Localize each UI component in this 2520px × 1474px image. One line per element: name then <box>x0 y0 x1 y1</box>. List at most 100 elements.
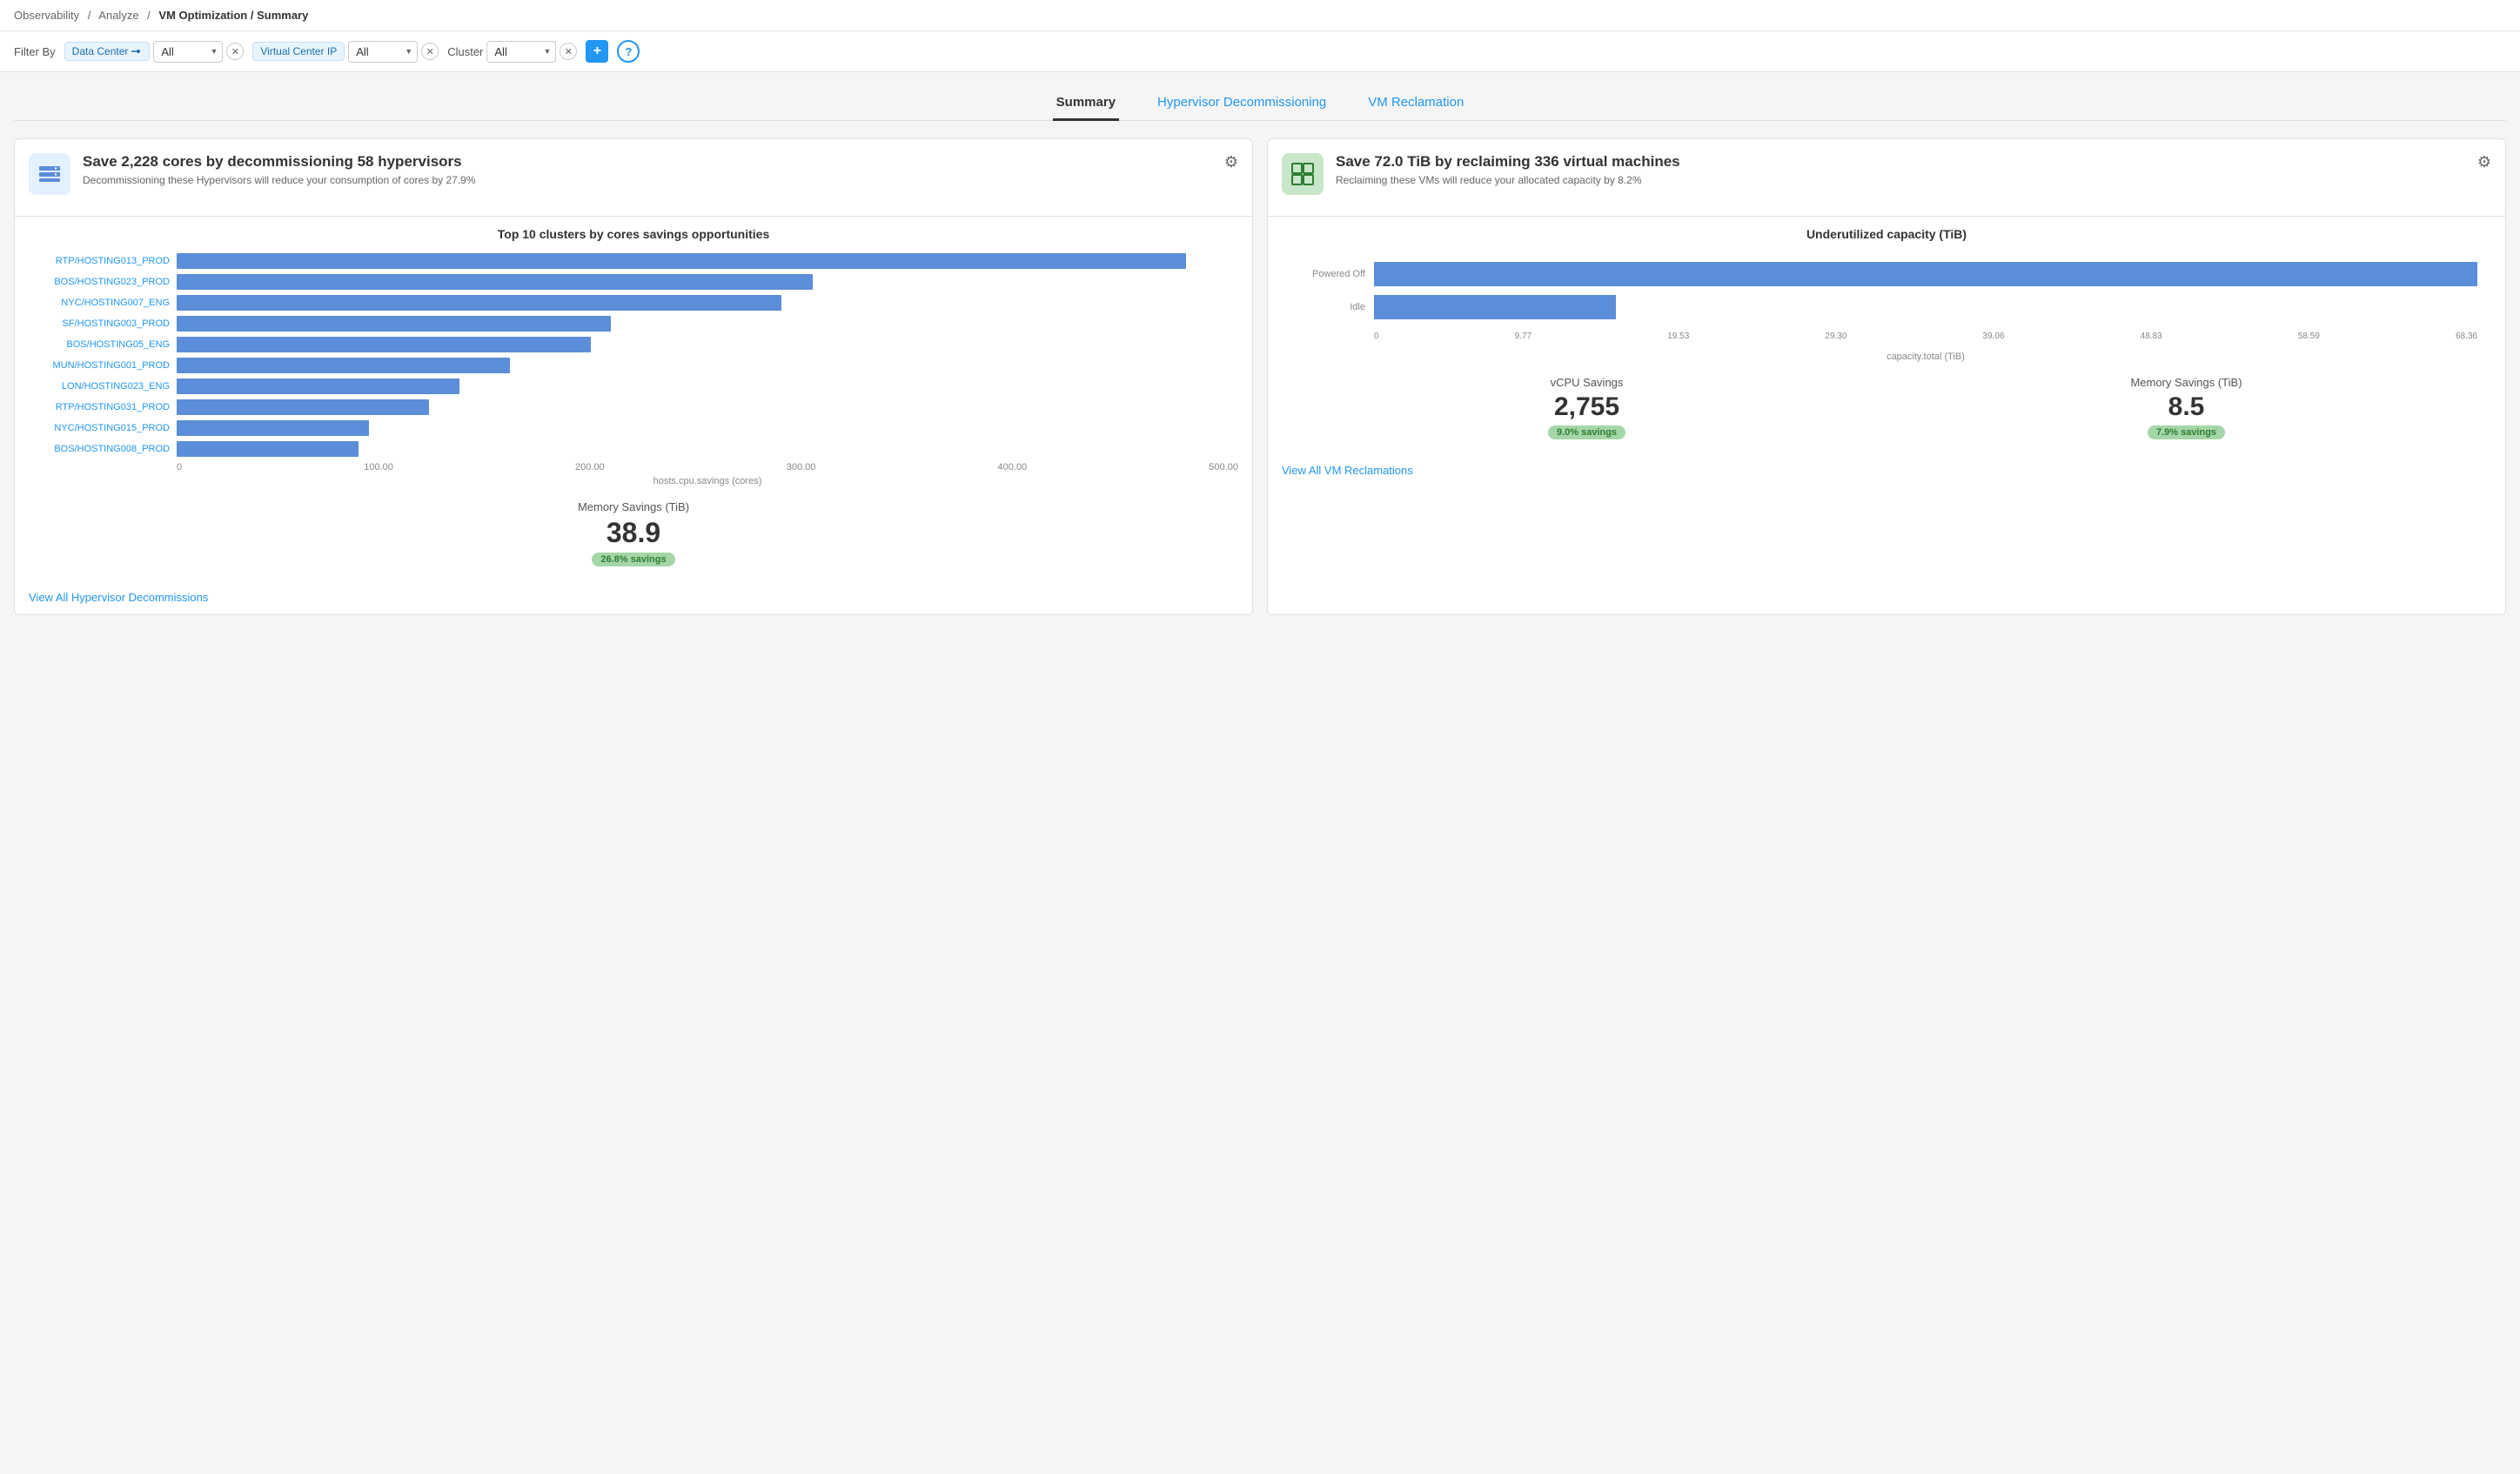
right-memory-savings-badge: 7.9% savings <box>2148 425 2225 439</box>
right-card: Save 72.0 TiB by reclaiming 336 virtual … <box>1267 138 2506 615</box>
hbar-label[interactable]: BOS/HOSTING008_PROD <box>29 444 177 454</box>
cluster-label: Cluster <box>447 45 483 58</box>
cluster-select[interactable]: All <box>486 41 556 63</box>
hbar-fill <box>177 441 359 457</box>
vcip-select[interactable]: All <box>348 41 418 63</box>
hbar-fill <box>177 253 1186 269</box>
right-hbar-row: Powered Off <box>1296 262 2477 286</box>
hbar-row: LON/HOSTING023_ENG <box>29 379 1238 394</box>
hbar-label[interactable]: MUN/HOSTING001_PROD <box>29 360 177 371</box>
hbar-fill <box>177 274 813 290</box>
hypervisor-icon-box <box>29 153 70 195</box>
tab-hypervisor[interactable]: Hypervisor Decommissioning <box>1154 86 1330 121</box>
hbar-label[interactable]: BOS/HOSTING023_PROD <box>29 277 177 287</box>
vcpu-savings-badge: 9.0% savings <box>1548 425 1625 439</box>
cluster-select-wrap: All <box>486 41 556 63</box>
filter-cluster-group: Cluster All ✕ <box>447 41 577 63</box>
hbar-axis-tick: 0 <box>177 462 182 472</box>
hbar-label[interactable]: RTP/HOSTING013_PROD <box>29 256 177 266</box>
hbar-label[interactable]: LON/HOSTING023_ENG <box>29 381 177 392</box>
tab-bar: Summary Hypervisor Decommissioning VM Re… <box>14 86 2506 121</box>
left-card: Save 2,228 cores by decommissioning 58 h… <box>14 138 1253 615</box>
tab-vm-reclamation[interactable]: VM Reclamation <box>1364 86 1467 121</box>
breadcrumb-analyze[interactable]: Analyze <box>98 9 138 22</box>
tab-summary[interactable]: Summary <box>1053 86 1119 121</box>
memory-savings-value: 38.9 <box>29 517 1238 549</box>
right-axis-tick: 58.59 <box>2298 332 2320 341</box>
breadcrumb-observability[interactable]: Observability <box>14 9 79 22</box>
hbar-fill <box>177 316 611 332</box>
hbar-track <box>177 253 1238 269</box>
tag-icon <box>131 47 142 56</box>
hbar-fill <box>177 295 781 311</box>
hbar-label[interactable]: NYC/HOSTING007_ENG <box>29 298 177 308</box>
right-card-header: Save 72.0 TiB by reclaiming 336 virtual … <box>1268 139 2505 205</box>
hbar-track <box>177 316 1238 332</box>
cards-row: Save 2,228 cores by decommissioning 58 h… <box>14 138 2506 615</box>
add-filter-button[interactable]: + <box>586 40 608 63</box>
vm-icon <box>1289 160 1317 188</box>
right-card-title: Save 72.0 TiB by reclaiming 336 virtual … <box>1336 153 1680 171</box>
right-axis-tick: 39.06 <box>1983 332 2005 341</box>
hbar-track <box>177 295 1238 311</box>
filter-data-center-group: Data Center All ✕ <box>64 41 245 63</box>
breadcrumb: Observability / Analyze / VM Optimizatio… <box>0 0 2520 31</box>
vcip-tag: Virtual Center IP <box>252 42 345 61</box>
right-axis-tick: 19.53 <box>1667 332 1689 341</box>
right-memory-savings-block: Memory Savings (TiB) 8.5 7.9% savings <box>1895 376 2477 439</box>
hbar-label[interactable]: NYC/HOSTING015_PROD <box>29 423 177 433</box>
hbar-axis-tick: 500.00 <box>1209 462 1238 472</box>
right-axis-label: capacity.total (TiB) <box>1296 352 2477 362</box>
hbar-label[interactable]: BOS/HOSTING05_ENG <box>29 339 177 350</box>
left-card-gear[interactable]: ⚙ <box>1224 153 1238 171</box>
right-card-gear[interactable]: ⚙ <box>2477 153 2491 171</box>
view-all-hypervisor[interactable]: View All Hypervisor Decommissions <box>15 580 1252 604</box>
vcpu-savings-label: vCPU Savings <box>1296 376 1878 389</box>
help-button[interactable]: ? <box>617 40 640 63</box>
data-center-select-wrap: All <box>153 41 223 63</box>
right-hbar-label: Powered Off <box>1296 269 1374 279</box>
right-hbar-fill <box>1374 262 2477 286</box>
hbar-row: MUN/HOSTING001_PROD <box>29 358 1238 373</box>
hbar-axis-tick: 100.00 <box>364 462 393 472</box>
hbar-label[interactable]: SF/HOSTING003_PROD <box>29 318 177 329</box>
data-center-clear[interactable]: ✕ <box>226 43 244 60</box>
view-all-vm[interactable]: View All VM Reclamations <box>1268 453 2505 477</box>
hbar-chart: RTP/HOSTING013_PROD BOS/HOSTING023_PROD … <box>29 253 1238 486</box>
hbar-row: RTP/HOSTING031_PROD <box>29 399 1238 415</box>
hbar-row: SF/HOSTING003_PROD <box>29 316 1238 332</box>
filter-vcip-group: Virtual Center IP All ✕ <box>252 41 439 63</box>
cluster-clear[interactable]: ✕ <box>560 43 577 60</box>
vcpu-savings-value: 2,755 <box>1296 392 1878 422</box>
hbar-row: NYC/HOSTING015_PROD <box>29 420 1238 436</box>
right-axis-tick: 9.77 <box>1515 332 1531 341</box>
filter-by-label: Filter By <box>14 45 56 58</box>
hbar-axis-tick: 300.00 <box>787 462 816 472</box>
hbar-track <box>177 420 1238 436</box>
hbar-track <box>177 274 1238 290</box>
hbar-row: BOS/HOSTING008_PROD <box>29 441 1238 457</box>
filter-bar: Filter By Data Center All ✕ Virtual Cent… <box>0 31 2520 72</box>
data-center-select[interactable]: All <box>153 41 223 63</box>
hbar-track <box>177 441 1238 457</box>
hbar-label[interactable]: RTP/HOSTING031_PROD <box>29 402 177 412</box>
main-content: Summary Hypervisor Decommissioning VM Re… <box>0 72 2520 629</box>
hbar-axis-label: hosts.cpu.savings (cores) <box>29 476 1238 486</box>
left-card-title: Save 2,228 cores by decommissioning 58 h… <box>83 153 476 171</box>
hbar-axis-tick: 200.00 <box>575 462 605 472</box>
left-card-subtitle: Decommissioning these Hypervisors will r… <box>83 174 476 186</box>
left-card-header-left: Save 2,228 cores by decommissioning 58 h… <box>29 153 476 195</box>
left-card-header: Save 2,228 cores by decommissioning 58 h… <box>15 139 1252 205</box>
hbar-track <box>177 399 1238 415</box>
vcip-clear[interactable]: ✕ <box>421 43 439 60</box>
right-axis-tick: 68.36 <box>2456 332 2477 341</box>
hypervisor-icon <box>36 160 64 188</box>
right-card-text: Save 72.0 TiB by reclaiming 336 virtual … <box>1336 153 1680 186</box>
vcip-select-wrap: All <box>348 41 418 63</box>
hbar-row: BOS/HOSTING023_PROD <box>29 274 1238 290</box>
left-card-text: Save 2,228 cores by decommissioning 58 h… <box>83 153 476 186</box>
vm-icon-box <box>1282 153 1324 195</box>
right-hbar-track <box>1374 295 2477 319</box>
right-card-header-left: Save 72.0 TiB by reclaiming 336 virtual … <box>1282 153 1680 195</box>
underutilized-title: Underutilized capacity (TiB) <box>1282 227 2491 241</box>
